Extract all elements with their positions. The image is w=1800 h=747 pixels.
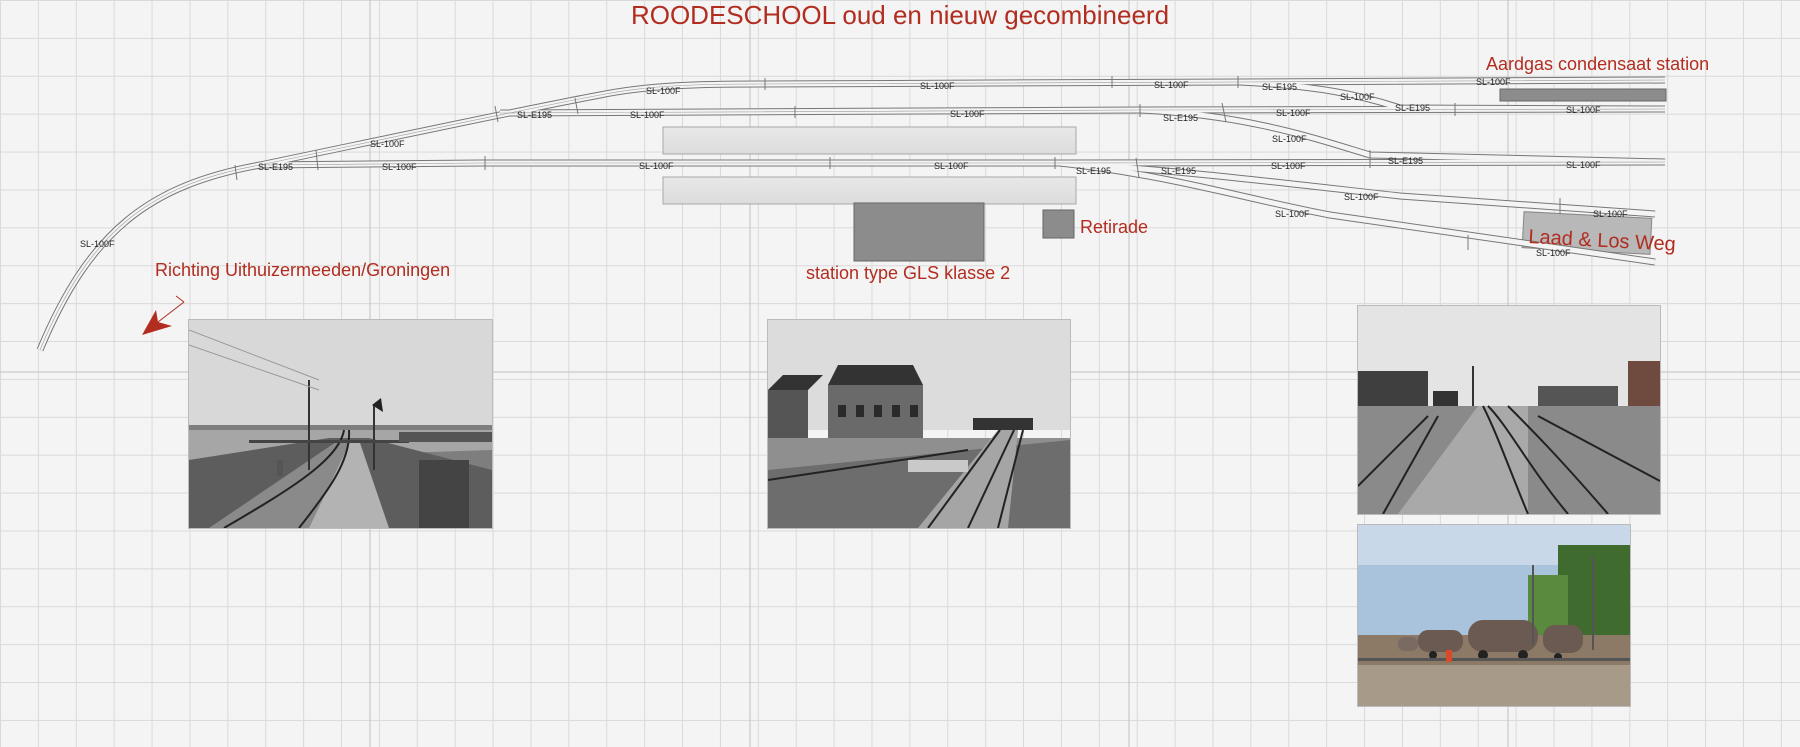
track-label: SL-E195	[517, 110, 552, 120]
track-label: SL-100F	[1275, 209, 1310, 219]
direction-label: Richting Uithuizermeeden/Groningen	[155, 260, 451, 280]
photo-tank-wagons	[1357, 524, 1631, 707]
direction-arrow-icon	[142, 295, 185, 335]
track-label: SL-100F	[920, 81, 955, 91]
track-label: SL-E195	[1395, 103, 1430, 113]
station-building-label: station type GLS klasse 2	[806, 263, 1011, 283]
track-label: SL-100F	[934, 161, 969, 171]
photo-station-building	[767, 319, 1071, 529]
track-label: SL-100F	[1276, 108, 1311, 118]
track-label: SL-100F	[1566, 105, 1601, 115]
retirade-building	[1042, 209, 1075, 239]
photo-level-crossing	[188, 319, 493, 529]
condensate-station-shape	[1499, 88, 1667, 102]
retirade-label: Retirade	[1080, 217, 1149, 237]
track-label: SL-E195	[258, 162, 293, 172]
track-label: SL-E195	[1163, 113, 1198, 123]
track-label: SL-100F	[1593, 209, 1628, 219]
track-label: SL-100F	[1476, 77, 1511, 87]
track-label: SL-100F	[80, 239, 115, 249]
track-label: SL-100F	[639, 161, 674, 171]
track-label: SL-100F	[950, 109, 985, 119]
track-label: SL-100F	[1272, 134, 1307, 144]
track-label: SL-E195	[1262, 82, 1297, 92]
track-label: SL-100F	[382, 162, 417, 172]
track-label: SL-100F	[1344, 192, 1379, 202]
track-label: SL-100F	[630, 110, 665, 120]
condensate-station-label: Aardgas condensaat station	[1486, 54, 1710, 74]
track-label: SL-100F	[370, 139, 405, 149]
photo-yard-tracks	[1357, 305, 1661, 515]
track-label: SL-100F	[1154, 80, 1189, 90]
track-label: SL-100F	[1340, 92, 1375, 102]
station-building-shape	[853, 202, 985, 262]
track-label: SL-100F	[1271, 161, 1306, 171]
track-label: SL-100F	[1566, 160, 1601, 170]
track-label: SL-E195	[1076, 166, 1111, 176]
platform-north	[662, 126, 1077, 155]
track-label: SL-E195	[1388, 156, 1423, 166]
track-label: SL-E195	[1161, 166, 1196, 176]
platform-south	[662, 176, 1077, 205]
track-label: SL-100F	[646, 86, 681, 96]
